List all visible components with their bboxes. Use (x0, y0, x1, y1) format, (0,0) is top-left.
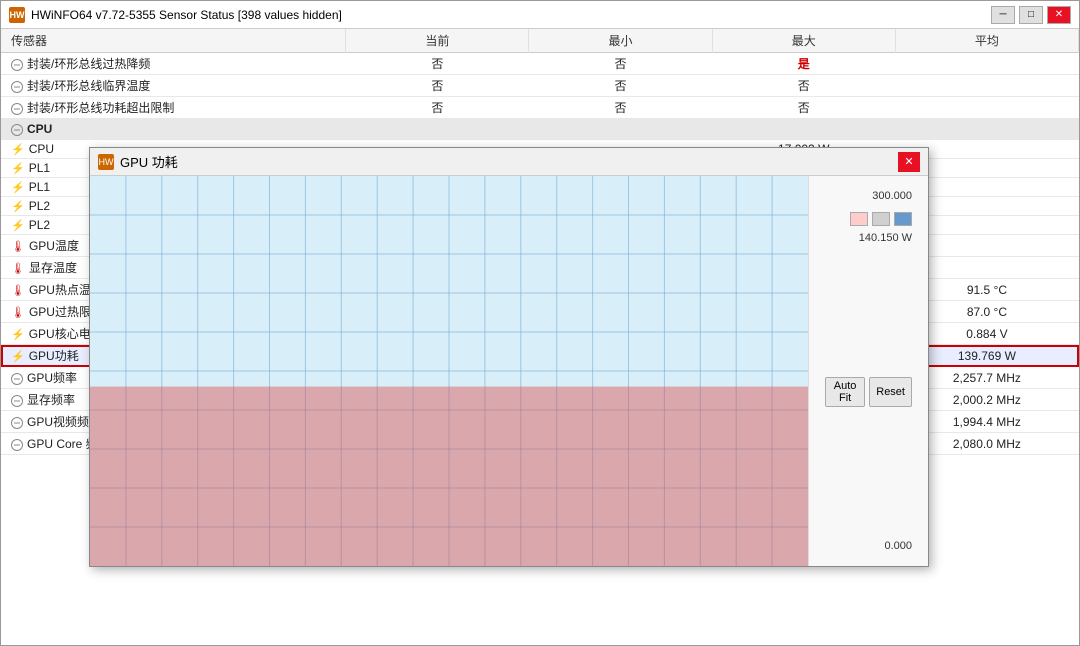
chart-area (90, 176, 808, 566)
close-button[interactable]: ✕ (1047, 6, 1071, 24)
chart-spacer-2 (825, 413, 912, 534)
swatch-1[interactable] (850, 212, 868, 226)
chart-spacer (825, 250, 912, 371)
app-icon: HW (9, 7, 25, 23)
maximize-button[interactable]: □ (1019, 6, 1043, 24)
modal-close-button[interactable]: ✕ (898, 152, 920, 172)
modal-title-left: HW GPU 功耗 (98, 152, 178, 171)
reset-button[interactable]: Reset (869, 377, 912, 407)
title-bar-left: HW HWiNFO64 v7.72-5355 Sensor Status [39… (9, 7, 342, 23)
swatch-3[interactable] (894, 212, 912, 226)
modal-overlay: HW GPU 功耗 ✕ (1, 29, 1079, 645)
window-title: HWiNFO64 v7.72-5355 Sensor Status [398 v… (31, 8, 342, 22)
chart-sidebar: 300.000 140.150 W Auto Fit (808, 176, 928, 566)
auto-fit-button[interactable]: Auto Fit (825, 377, 865, 407)
modal-title: GPU 功耗 (120, 152, 178, 171)
gpu-power-modal: HW GPU 功耗 ✕ (89, 147, 929, 567)
modal-body: 300.000 140.150 W Auto Fit (90, 176, 928, 566)
color-swatches (825, 212, 912, 226)
chart-y-min: 0.000 (825, 540, 912, 552)
swatch-2[interactable] (872, 212, 890, 226)
chart-current-value: 140.150 W (825, 232, 912, 244)
sidebar-content: 300.000 140.150 W Auto Fit (817, 184, 920, 558)
minimize-button[interactable]: ─ (991, 6, 1015, 24)
title-bar-controls: ─ □ ✕ (991, 6, 1071, 24)
table-container: 传感器 当前 最小 最大 平均 封装/环形总线过热降频否否是封装/环形总线临界温… (1, 29, 1079, 645)
modal-title-bar: HW GPU 功耗 ✕ (90, 148, 928, 176)
chart-svg (90, 176, 808, 566)
title-bar: HW HWiNFO64 v7.72-5355 Sensor Status [39… (1, 1, 1079, 29)
main-window: HW HWiNFO64 v7.72-5355 Sensor Status [39… (0, 0, 1080, 646)
chart-y-max: 300.000 (825, 190, 912, 202)
modal-app-icon: HW (98, 154, 114, 170)
chart-buttons: Auto Fit Reset (825, 377, 912, 407)
